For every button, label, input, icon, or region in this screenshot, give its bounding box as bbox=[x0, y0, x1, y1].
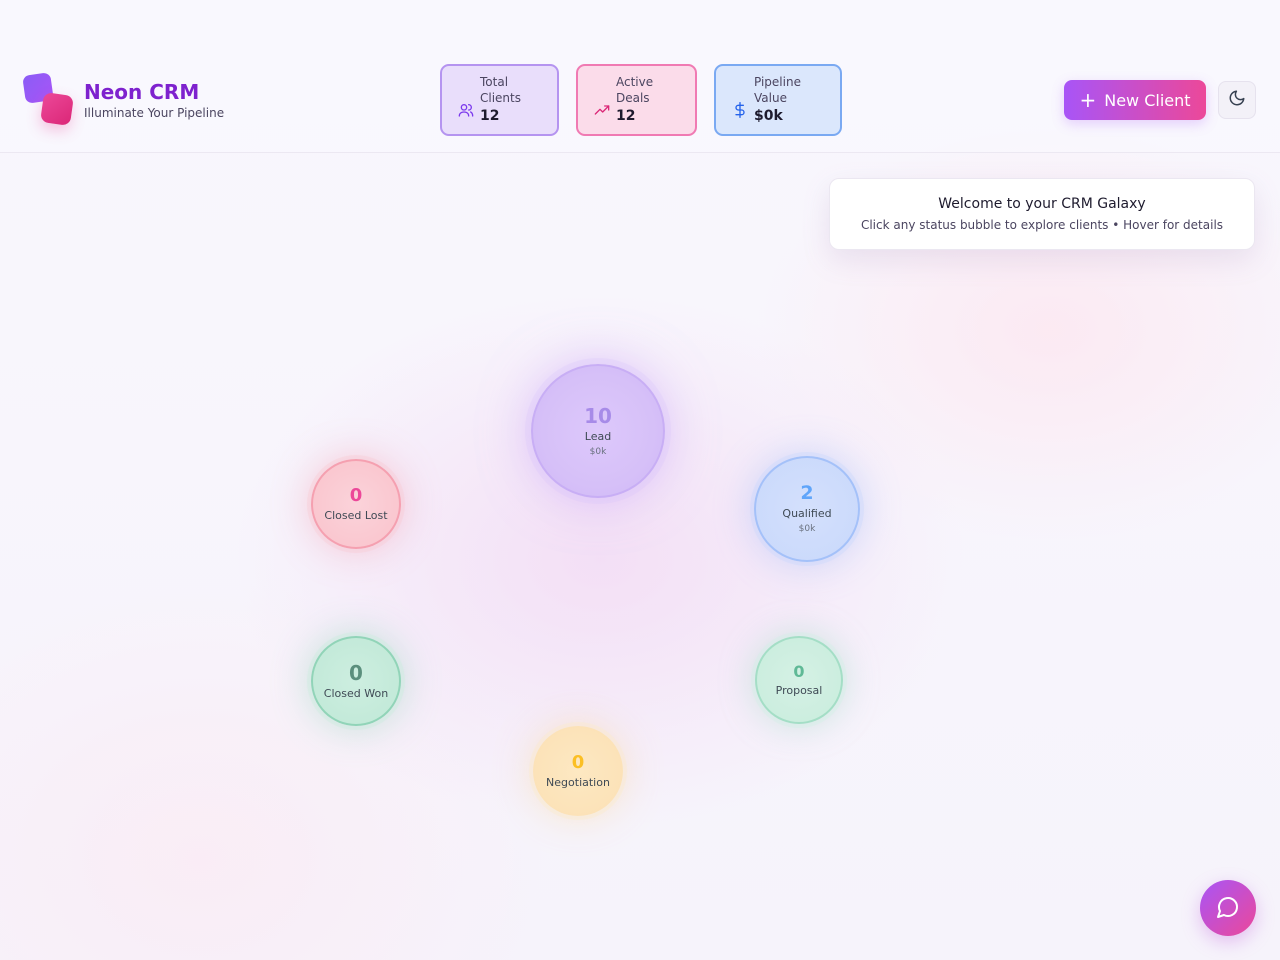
welcome-card: Welcome to your CRM Galaxy Click any sta… bbox=[829, 178, 1255, 250]
bubble-count: 0 bbox=[349, 484, 363, 506]
bubble-label: Proposal bbox=[775, 683, 823, 697]
stat-value: 12 bbox=[616, 108, 636, 124]
stats-bar: Total Clients 12 Active Deals 12 Pipelin… bbox=[440, 64, 859, 136]
brand-tagline: Illuminate Your Pipeline bbox=[84, 106, 225, 120]
status-bubble-closed-won[interactable]: 0 Closed Won bbox=[311, 636, 401, 726]
bubble-amount: $0k bbox=[798, 524, 816, 534]
users-icon bbox=[458, 102, 474, 118]
dollar-icon bbox=[732, 102, 748, 118]
bubble-count: 2 bbox=[800, 482, 814, 504]
app-header: Neon CRM Illuminate Your Pipeline Total … bbox=[0, 0, 1280, 153]
stat-label: Pipeline Value bbox=[754, 75, 801, 105]
stat-value: $0k bbox=[754, 108, 783, 124]
stat-total-clients: Total Clients 12 bbox=[440, 64, 559, 136]
bubble-label: Qualified bbox=[782, 507, 832, 520]
status-bubble-lead[interactable]: 10 Lead $0k bbox=[531, 364, 665, 498]
brand-name: Neon CRM bbox=[84, 80, 200, 104]
bubble-count: 0 bbox=[793, 661, 805, 681]
bubble-count: 0 bbox=[571, 751, 585, 773]
stat-value: 12 bbox=[480, 108, 500, 124]
welcome-title: Welcome to your CRM Galaxy bbox=[938, 196, 1146, 212]
logo-icon bbox=[22, 72, 74, 128]
new-client-button[interactable]: + New Client bbox=[1064, 80, 1206, 120]
trending-up-icon bbox=[594, 102, 610, 118]
new-client-label: New Client bbox=[1104, 90, 1191, 110]
welcome-subtitle: Click any status bubble to explore clien… bbox=[860, 218, 1224, 232]
status-bubble-qualified[interactable]: 2 Qualified $0k bbox=[754, 456, 860, 562]
crm-page: Neon CRM Illuminate Your Pipeline Total … bbox=[0, 0, 1280, 960]
stat-label: Total Clients bbox=[480, 75, 521, 105]
plus-icon: + bbox=[1079, 88, 1097, 112]
bubble-amount: $0k bbox=[589, 446, 607, 457]
brand[interactable]: Neon CRM Illuminate Your Pipeline bbox=[22, 72, 224, 128]
stat-label: Active Deals bbox=[616, 75, 654, 105]
bubble-label: Closed Won bbox=[323, 686, 389, 700]
bubble-count: 10 bbox=[584, 403, 612, 428]
chat-bubble-icon bbox=[1216, 895, 1240, 922]
stat-active-deals: Active Deals 12 bbox=[576, 64, 697, 136]
bubble-label: Closed Lost bbox=[324, 508, 388, 522]
bubble-label: Negotiation bbox=[546, 775, 610, 789]
bubble-count: 0 bbox=[349, 660, 363, 685]
status-bubble-proposal[interactable]: 0 Proposal bbox=[755, 636, 843, 724]
status-bubble-closed-lost[interactable]: 0 Closed Lost bbox=[311, 459, 401, 549]
chat-button[interactable] bbox=[1200, 880, 1256, 936]
status-bubble-negotiation[interactable]: 0 Negotiation bbox=[533, 726, 623, 816]
stat-pipeline-value: Pipeline Value $0k bbox=[714, 64, 842, 136]
moon-icon bbox=[1228, 89, 1246, 111]
theme-toggle-button[interactable] bbox=[1218, 81, 1256, 119]
bubble-label: Lead bbox=[584, 429, 612, 443]
